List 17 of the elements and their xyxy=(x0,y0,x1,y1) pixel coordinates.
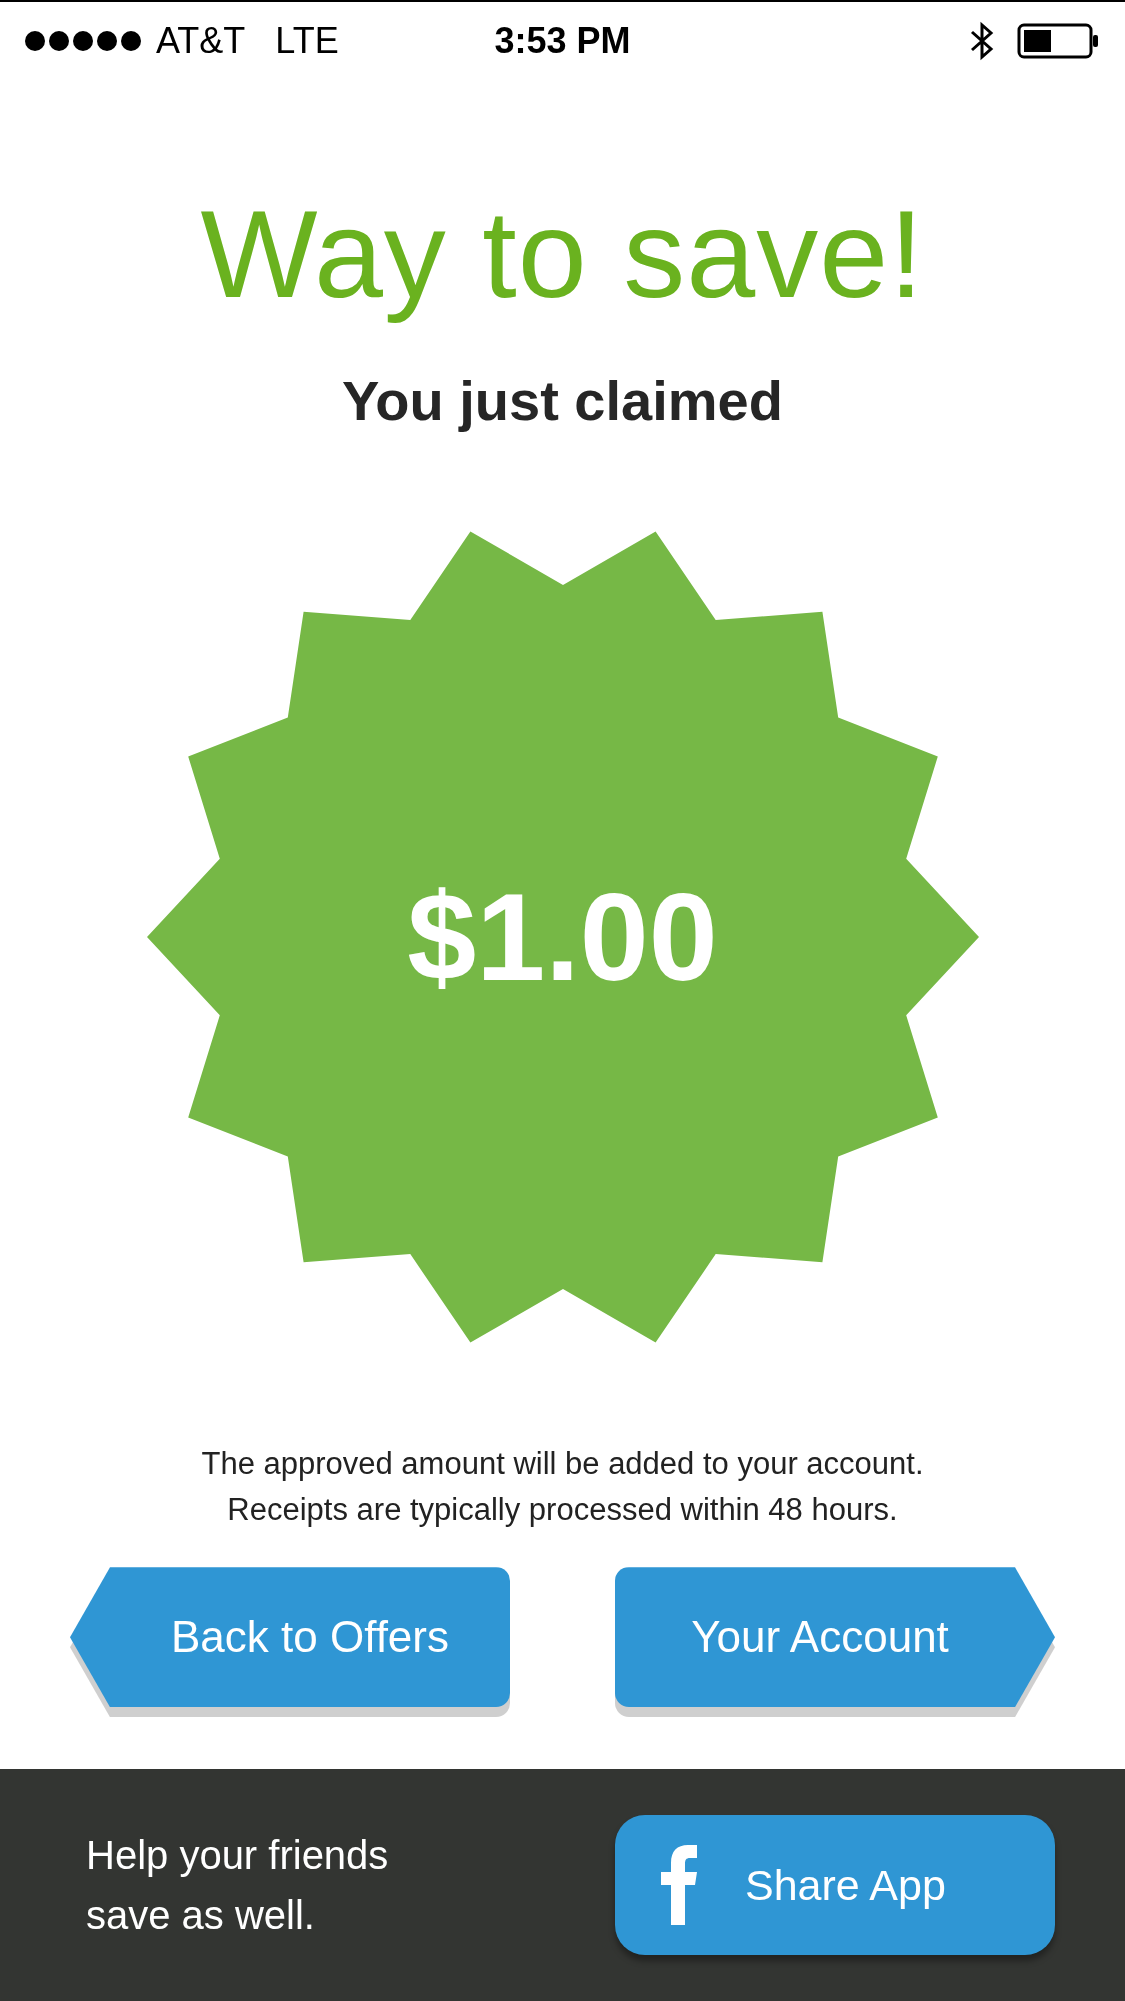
clock-time: 3:53 PM xyxy=(494,20,631,62)
account-button[interactable]: Your Account xyxy=(615,1567,1055,1708)
success-heading: Way to save! xyxy=(200,184,925,325)
battery-icon xyxy=(1017,23,1099,59)
back-button[interactable]: Back to Offers xyxy=(70,1567,510,1708)
info-text: Receipts are typically processed within 48 hours. xyxy=(227,1491,898,1530)
network-type: LTE xyxy=(275,20,339,62)
carrier-name: AT&T xyxy=(156,20,246,62)
signal-icon xyxy=(24,30,142,52)
share-prompt-text: save as well. xyxy=(86,1892,316,1939)
claimed-amount: $1.00 xyxy=(407,867,718,1009)
bluetooth-icon xyxy=(969,21,995,61)
info-text: The approved amount will be added to your account. xyxy=(201,1445,924,1484)
facebook-icon xyxy=(661,1845,697,1925)
claim-subheading: You just claimed xyxy=(342,373,783,430)
share-prompt-text: Help your friends xyxy=(86,1832,389,1879)
share-app-button[interactable]: Share App xyxy=(615,1815,1055,1955)
